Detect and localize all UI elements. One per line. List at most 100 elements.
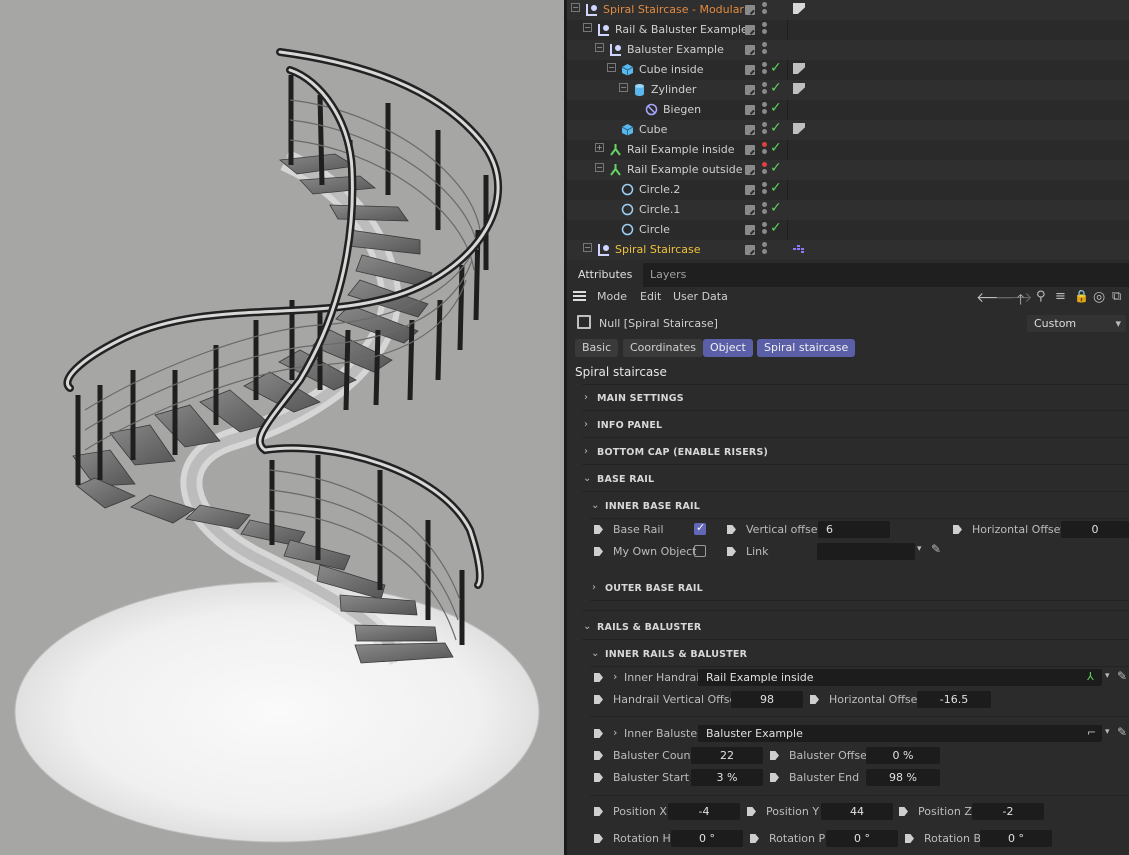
group-base-rail[interactable]: ⌄ BASE RAIL (582, 466, 1129, 492)
object-row[interactable]: − Spiral Staircase - Modular (567, 0, 1129, 20)
inner-baluster-link-field[interactable]: Baluster Example (698, 725, 1102, 742)
position-y-field[interactable]: 44 (821, 803, 893, 820)
note-tag-icon[interactable] (793, 3, 805, 14)
keyframe-icon[interactable] (770, 751, 779, 760)
visibility-dots-icon[interactable] (762, 242, 767, 258)
lock-icon[interactable]: 🔒 (1074, 289, 1089, 303)
group-rails-baluster[interactable]: ⌄ RAILS & BALUSTER (582, 614, 1129, 640)
visibility-dots-icon[interactable] (762, 182, 767, 198)
base-rail-checkbox[interactable] (694, 521, 706, 535)
rotation-b-field[interactable]: 0 ° (980, 830, 1052, 847)
object-row[interactable]: − Cube inside ✓ (567, 60, 1129, 80)
picker-icon[interactable]: ✎ (931, 542, 941, 556)
layer-edit-icon[interactable] (745, 165, 755, 175)
group-main-settings[interactable]: › MAIN SETTINGS (582, 385, 1129, 411)
visibility-dots-icon[interactable] (762, 42, 767, 58)
keyframe-icon[interactable] (594, 807, 603, 816)
picker-icon[interactable]: ✎ (1117, 669, 1127, 683)
position-x-field[interactable]: -4 (668, 803, 740, 820)
group-outer-base-rail[interactable]: › OUTER BASE RAIL (590, 575, 1129, 601)
layer-edit-icon[interactable] (745, 245, 755, 255)
handrail-horizontal-offset-field[interactable]: -16.5 (917, 691, 991, 708)
phong-tag-icon[interactable] (793, 83, 805, 94)
object-label[interactable]: Biegen (663, 103, 701, 116)
preset-dropdown[interactable]: Custom (1027, 315, 1126, 332)
layer-edit-icon[interactable] (745, 65, 755, 75)
keyframe-icon[interactable] (594, 751, 603, 760)
new-window-icon[interactable]: ⧉ (1112, 289, 1121, 304)
link-dropdown-icon[interactable]: ▾ (1105, 671, 1110, 681)
object-label[interactable]: Cube inside (639, 63, 703, 76)
arrow-up-icon[interactable]: 🡑 (1017, 289, 1024, 313)
object-row[interactable]: − Spiral Staircase (567, 240, 1129, 260)
keyframe-icon[interactable] (594, 673, 603, 682)
menu-edit[interactable]: Edit (640, 290, 661, 303)
object-row[interactable]: Cube ✓ (567, 120, 1129, 140)
tab-layers[interactable]: Layers (639, 263, 697, 287)
phong-tag-icon[interactable] (793, 63, 805, 74)
visibility-dots-icon[interactable] (762, 162, 767, 178)
enabled-check-icon[interactable]: ✓ (770, 120, 782, 136)
keyframe-icon[interactable] (594, 547, 603, 556)
layer-edit-icon[interactable] (745, 45, 755, 55)
object-label[interactable]: Cube (639, 123, 667, 136)
link-dropdown-icon[interactable]: ▾ (917, 544, 922, 554)
object-label[interactable]: Baluster Example (627, 43, 724, 56)
baluster-offset-field[interactable]: 0 % (866, 747, 940, 764)
enabled-check-icon[interactable]: ✓ (770, 180, 782, 196)
keyframe-icon[interactable] (905, 834, 914, 843)
collapse-icon[interactable]: − (619, 83, 628, 92)
keyframe-icon[interactable] (594, 773, 603, 782)
object-row[interactable]: Circle.2 ✓ (567, 180, 1129, 200)
group-bottom-cap[interactable]: › BOTTOM CAP (ENABLE RISERS) (582, 439, 1129, 465)
visibility-dots-icon[interactable] (762, 22, 767, 38)
visibility-dots-icon[interactable] (762, 82, 767, 98)
object-row[interactable]: − Baluster Example (567, 40, 1129, 60)
search-icon[interactable]: ⚲ (1036, 289, 1046, 304)
tab-basic[interactable]: Basic (575, 339, 619, 357)
object-label[interactable]: Zylinder (651, 83, 696, 96)
layer-edit-icon[interactable] (745, 105, 755, 115)
rotation-h-field[interactable]: 0 ° (671, 830, 743, 847)
keyframe-icon[interactable] (747, 807, 756, 816)
collapse-icon[interactable]: − (583, 23, 592, 32)
visibility-dots-icon[interactable] (762, 222, 767, 238)
object-row[interactable]: Circle.1 ✓ (567, 200, 1129, 220)
link-dropdown-icon[interactable]: ▾ (1105, 727, 1110, 737)
menu-user-data[interactable]: User Data (673, 290, 728, 303)
group-info-panel[interactable]: › INFO PANEL (582, 412, 1129, 438)
filter-icon[interactable]: ≡ (1055, 289, 1066, 304)
my-own-object-checkbox[interactable] (694, 545, 706, 557)
menu-mode[interactable]: Mode (597, 290, 627, 303)
keyframe-icon[interactable] (953, 525, 962, 534)
enabled-check-icon[interactable]: ✓ (770, 140, 782, 156)
phong-tag-icon[interactable] (793, 123, 805, 134)
keyframe-icon[interactable] (594, 834, 603, 843)
enabled-check-icon[interactable]: ✓ (770, 160, 782, 176)
keyframe-icon[interactable] (727, 547, 736, 556)
visibility-dots-icon[interactable] (762, 2, 767, 18)
picker-icon[interactable]: ✎ (1117, 725, 1127, 739)
enabled-check-icon[interactable]: ✓ (770, 80, 782, 96)
keyframe-icon[interactable] (770, 773, 779, 782)
object-label[interactable]: Rail Example inside (627, 143, 735, 156)
tab-attributes[interactable]: Attributes (567, 263, 644, 287)
object-row[interactable]: + Rail Example inside ✓ (567, 140, 1129, 160)
layer-edit-icon[interactable] (745, 5, 755, 15)
object-label[interactable]: Circle (639, 223, 670, 236)
keyframe-icon[interactable] (750, 834, 759, 843)
target-icon[interactable]: ◎ (1093, 289, 1105, 305)
collapse-icon[interactable]: − (583, 243, 592, 252)
arrow-right-icon[interactable]: 🡒 (995, 289, 1033, 306)
enabled-check-icon[interactable]: ✓ (770, 60, 782, 76)
enabled-check-icon[interactable]: ✓ (770, 220, 782, 236)
layer-edit-icon[interactable] (745, 205, 755, 215)
visibility-dots-icon[interactable] (762, 202, 767, 218)
chevron-right-icon[interactable]: › (613, 726, 617, 739)
layer-edit-icon[interactable] (745, 145, 755, 155)
visibility-dots-icon[interactable] (762, 142, 767, 158)
layer-edit-icon[interactable] (745, 225, 755, 235)
object-manager[interactable]: − Spiral Staircase - Modular − Rail & Balus… (567, 0, 1129, 261)
object-label[interactable]: Circle.1 (639, 203, 680, 216)
handrail-vertical-offset-field[interactable]: 98 (731, 691, 803, 708)
